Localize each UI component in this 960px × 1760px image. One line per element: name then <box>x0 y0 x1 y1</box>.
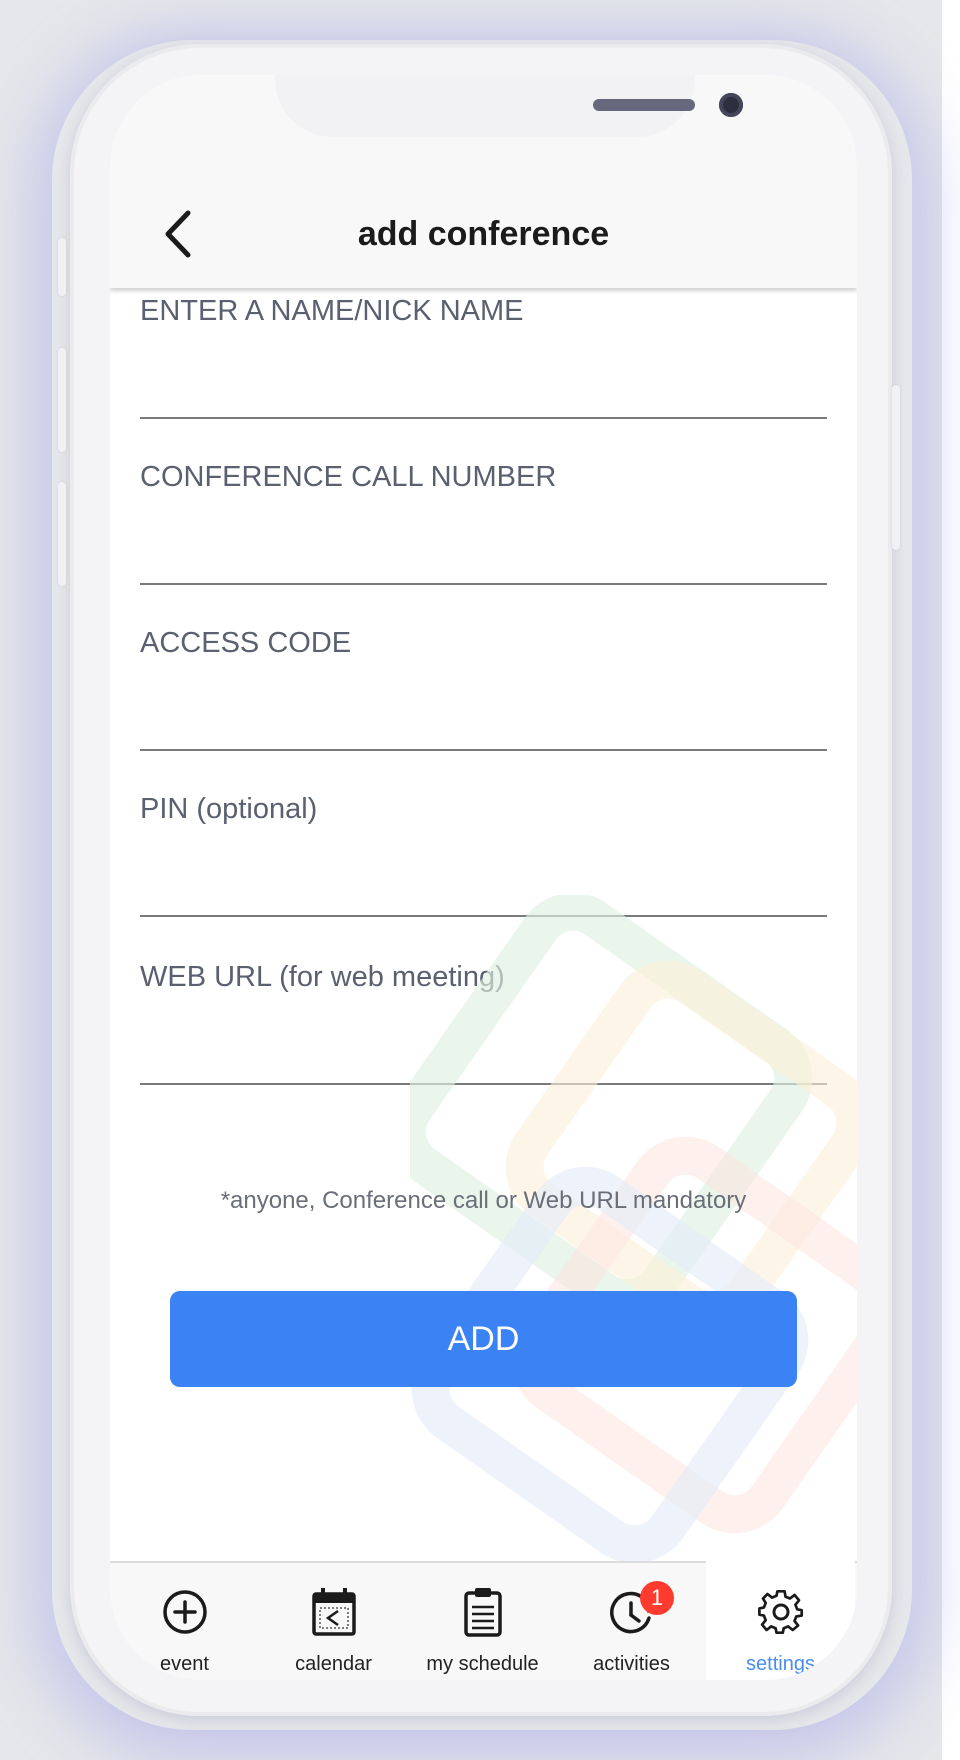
volume-up-button <box>58 348 66 452</box>
tab-label: my schedule <box>426 1653 539 1675</box>
name-input[interactable] <box>140 345 827 401</box>
tab-label: event <box>160 1653 209 1675</box>
calendar-icon <box>311 1588 356 1636</box>
earpiece <box>593 99 695 111</box>
field-underline <box>140 749 827 751</box>
tab-my-schedule[interactable]: my schedule <box>408 1563 557 1680</box>
app-screen: add conference ENTER A NAME/NICK NAME CO… <box>110 75 857 1680</box>
power-button <box>892 385 900 550</box>
front-camera <box>719 93 743 117</box>
brand-watermark <box>410 895 857 1564</box>
volume-down-button <box>58 482 66 586</box>
tab-label: settings <box>746 1653 815 1675</box>
name-label: ENTER A NAME/NICK NAME <box>140 295 524 327</box>
notch <box>275 75 743 137</box>
mandatory-note: *anyone, Conference call or Web URL mand… <box>220 1187 747 1214</box>
page-edge <box>942 0 960 1760</box>
tab-label: activities <box>593 1653 670 1675</box>
nav-header: add conference <box>110 75 857 288</box>
access-code-label: ACCESS CODE <box>140 627 352 659</box>
plus-circle-icon <box>162 1590 207 1634</box>
tab-event[interactable]: event <box>110 1563 259 1680</box>
pin-input[interactable] <box>140 843 827 899</box>
tab-settings[interactable]: settings <box>706 1555 855 1680</box>
field-underline <box>140 583 827 585</box>
bottom-tab-bar: event calendar my schedule 1 activities … <box>110 1555 857 1680</box>
tab-activities[interactable]: 1 activities <box>557 1563 706 1680</box>
access-code-field: ACCESS CODE <box>140 627 827 757</box>
conference-number-field: CONFERENCE CALL NUMBER <box>140 461 827 591</box>
page-title: add conference <box>357 215 610 253</box>
name-field: ENTER A NAME/NICK NAME <box>140 295 827 425</box>
tab-calendar[interactable]: calendar <box>259 1563 408 1680</box>
conference-number-label: CONFERENCE CALL NUMBER <box>140 461 557 493</box>
access-code-input[interactable] <box>140 677 827 733</box>
gear-icon <box>757 1589 803 1635</box>
pin-label: PIN (optional) <box>140 793 318 825</box>
app-mockup: add conference ENTER A NAME/NICK NAME CO… <box>0 0 960 1760</box>
conference-number-input[interactable] <box>140 511 827 567</box>
tab-label: calendar <box>295 1653 372 1675</box>
field-underline <box>140 417 827 419</box>
clipboard-icon <box>463 1588 502 1637</box>
notification-badge: 1 <box>640 1581 674 1615</box>
add-button[interactable]: ADD <box>170 1291 797 1387</box>
mute-switch <box>58 238 66 296</box>
